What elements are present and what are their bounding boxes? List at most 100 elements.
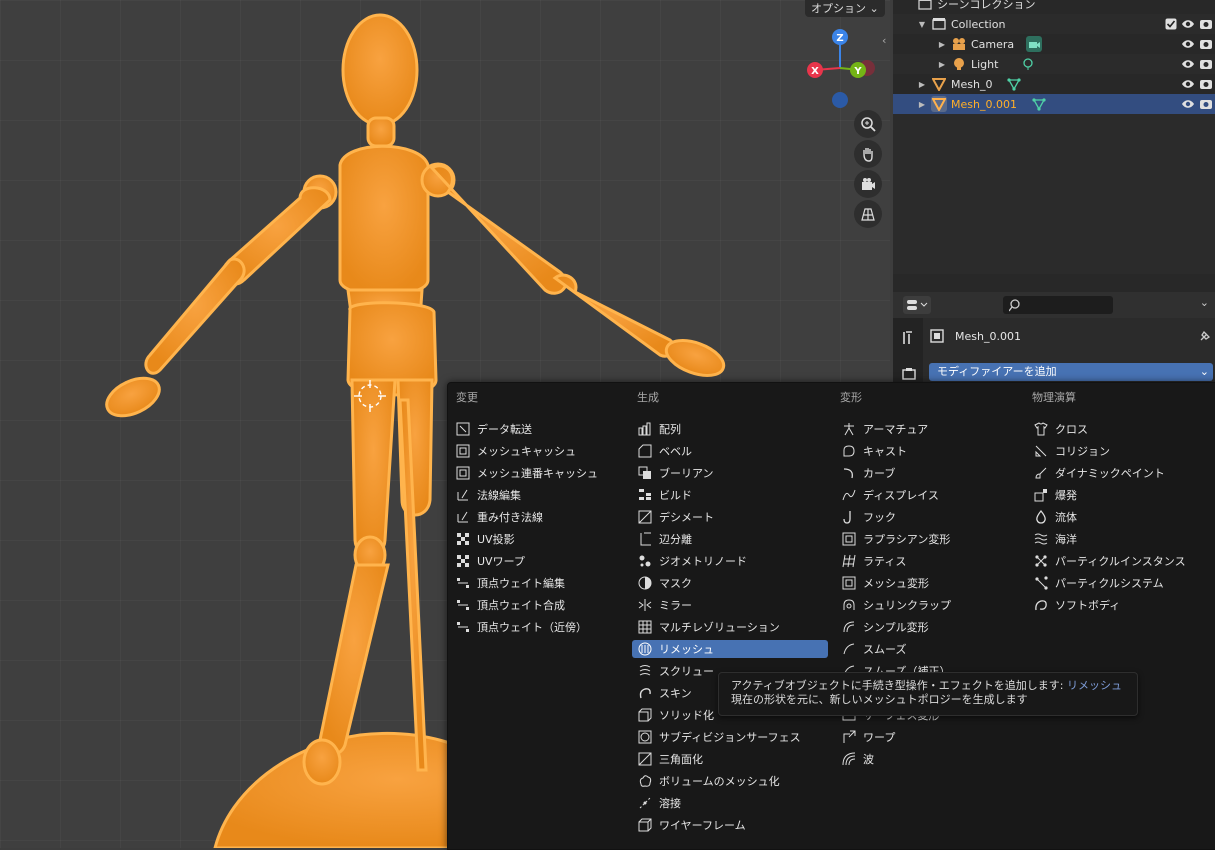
uv-checker-icon [456, 532, 470, 546]
menu-item-solidify[interactable]: ソリッド化 [638, 706, 714, 724]
expand-right-icon[interactable]: ▶ [917, 100, 927, 109]
menu-item-mirror[interactable]: ミラー [638, 596, 692, 614]
menu-item-smooth[interactable]: スムーズ [842, 640, 906, 658]
add-modifier-menu[interactable]: 変更 生成 変形 物理演算 データ転送 メッシュキャッシュ メッシュ連番キャッシ… [447, 382, 1215, 850]
menu-item-bevel[interactable]: ベベル [638, 442, 692, 460]
zoom-button[interactable] [854, 110, 882, 138]
outliner-label: Mesh_0 [951, 77, 993, 91]
menu-item-mesh-cache[interactable]: メッシュキャッシュ [456, 442, 576, 460]
object-name-label: Mesh_0.001 [955, 329, 1021, 343]
menu-item-explode[interactable]: 爆発 [1034, 486, 1077, 504]
render-camera-icon[interactable] [1199, 78, 1213, 90]
eye-icon[interactable] [1181, 98, 1195, 110]
menu-item-boolean[interactable]: ブーリアン [638, 464, 714, 482]
menu-item-skin[interactable]: スキン [638, 684, 692, 702]
menu-item-displace[interactable]: ディスプレイス [842, 486, 939, 504]
menu-item-collision[interactable]: コリジョン [1034, 442, 1110, 460]
menu-item-remesh[interactable]: リメッシュ [632, 640, 828, 658]
menu-item-dynamic-paint[interactable]: ダイナミックペイント [1034, 464, 1165, 482]
search-icon [1009, 299, 1020, 312]
outliner-scene-collection[interactable]: シーンコレクション [893, 0, 1215, 14]
menu-item-curve[interactable]: カーブ [842, 464, 895, 482]
menu-item-soft-body[interactable]: ソフトボディ [1034, 596, 1120, 614]
menu-item-vertex-weight-mix[interactable]: 頂点ウェイト合成 [456, 596, 565, 614]
tool-tab[interactable] [901, 330, 917, 349]
menu-item-uv-warp[interactable]: UVワープ [456, 552, 525, 570]
expand-right-icon[interactable]: ▶ [917, 80, 927, 89]
menu-item-wireframe[interactable]: ワイヤーフレーム [638, 816, 746, 834]
collision-icon [1034, 444, 1048, 458]
menu-item-shrinkwrap[interactable]: シュリンクラップ [842, 596, 951, 614]
menu-item-armature[interactable]: アーマチュア [842, 420, 928, 438]
smooth-icon [842, 642, 856, 656]
expand-right-icon[interactable]: ▶ [937, 60, 947, 69]
eye-icon[interactable] [1181, 58, 1195, 70]
menu-item-hook[interactable]: フック [842, 508, 896, 526]
menu-item-lattice[interactable]: ラティス [842, 552, 906, 570]
render-camera-icon[interactable] [1199, 38, 1213, 50]
menu-item-mask[interactable]: マスク [638, 574, 692, 592]
svg-text:Y: Y [853, 66, 862, 77]
menu-item-uv-project[interactable]: UV投影 [456, 530, 515, 548]
menu-item-screw[interactable]: スクリュー [638, 662, 714, 680]
properties-search-input[interactable] [1003, 296, 1113, 314]
outliner-row-camera[interactable]: ▶ Camera [893, 34, 1215, 54]
menu-item-mesh-sequence-cache[interactable]: メッシュ連番キャッシュ [456, 464, 598, 482]
menu-item-vertex-weight-proximity[interactable]: 頂点ウェイト（近傍） [456, 618, 587, 636]
render-camera-icon[interactable] [1199, 98, 1213, 110]
menu-item-weighted-normal[interactable]: 重み付き法線 [456, 508, 543, 526]
mesh-deform-icon [842, 576, 856, 590]
menu-item-vertex-weight-edit[interactable]: 頂点ウェイト編集 [456, 574, 565, 592]
expand-down-icon[interactable]: ▼ [917, 20, 927, 29]
outliner-row-light[interactable]: ▶ Light [893, 54, 1215, 74]
menu-item-data-transfer[interactable]: データ転送 [456, 420, 532, 438]
menu-item-cast[interactable]: キャスト [842, 442, 907, 460]
eye-icon[interactable] [1181, 38, 1195, 50]
outliner-panel[interactable]: シーンコレクション ▼ Collection ▶ Camera ▶ Light … [893, 0, 1215, 292]
camera-view-button[interactable] [854, 170, 882, 198]
menu-item-laplacian-deform[interactable]: ラプラシアン変形 [842, 530, 950, 548]
menu-item-warp[interactable]: ワープ [842, 728, 895, 746]
light-data-icon [1020, 56, 1036, 72]
editor-type-button[interactable] [903, 296, 931, 314]
menu-item-triangulate[interactable]: 三角面化 [638, 750, 703, 768]
render-camera-icon[interactable] [1199, 18, 1213, 30]
menu-item-normal-edit[interactable]: 法線編集 [456, 486, 521, 504]
menu-item-fluid[interactable]: 流体 [1034, 508, 1077, 526]
menu-item-subdivision-surface[interactable]: サブディビジョンサーフェス [638, 728, 801, 746]
outliner-row-collection[interactable]: ▼ Collection [893, 14, 1215, 34]
chevron-down-icon[interactable]: ⌄ [1200, 296, 1209, 309]
render-camera-icon[interactable] [1199, 58, 1213, 70]
menu-item-weld[interactable]: 溶接 [638, 794, 681, 812]
menu-column-heading: 物理演算 [1032, 391, 1076, 404]
menu-item-build[interactable]: ビルド [638, 486, 692, 504]
menu-item-ocean[interactable]: 海洋 [1034, 530, 1077, 548]
eye-icon[interactable] [1181, 18, 1195, 30]
expand-right-icon[interactable]: ▶ [937, 40, 947, 49]
add-modifier-button[interactable]: モディファイアーを追加 ⌄ [929, 363, 1213, 381]
navigation-gizmo[interactable]: Z Y X [803, 28, 883, 108]
outliner-row-mesh-0[interactable]: ▶ Mesh_0 [893, 74, 1215, 94]
ortho-toggle-button[interactable] [854, 200, 882, 228]
eye-icon[interactable] [1181, 78, 1195, 90]
menu-item-volume-to-mesh[interactable]: ボリュームのメッシュ化 [638, 772, 780, 790]
options-dropdown[interactable]: オプション ⌄ [805, 0, 885, 17]
outliner-row-mesh-0-001[interactable]: ▶ Mesh_0.001 [893, 94, 1215, 114]
menu-item-decimate[interactable]: デシメート [638, 508, 714, 526]
skin-icon [638, 686, 652, 700]
checkbox-checked-icon[interactable] [1165, 18, 1177, 30]
menu-item-cloth[interactable]: クロス [1034, 420, 1088, 438]
menu-item-simple-deform[interactable]: シンプル変形 [842, 618, 929, 636]
menu-item-particle-system[interactable]: パーティクルシステム [1034, 574, 1164, 592]
menu-item-wave[interactable]: 波 [842, 750, 874, 768]
menu-item-edge-split[interactable]: 辺分離 [638, 530, 692, 548]
edge-split-icon [638, 532, 652, 546]
menu-item-array[interactable]: 配列 [638, 420, 681, 438]
menu-item-mesh-deform[interactable]: メッシュ変形 [842, 574, 929, 592]
menu-item-particle-instance[interactable]: パーティクルインスタンス [1034, 552, 1186, 570]
menu-item-multires[interactable]: マルチレゾリューション [638, 618, 780, 636]
chevron-left-icon[interactable]: ‹ [882, 34, 886, 47]
pan-button[interactable] [854, 140, 882, 168]
pin-icon[interactable] [1197, 330, 1211, 344]
menu-item-geometry-nodes[interactable]: ジオメトリノード [638, 552, 747, 570]
